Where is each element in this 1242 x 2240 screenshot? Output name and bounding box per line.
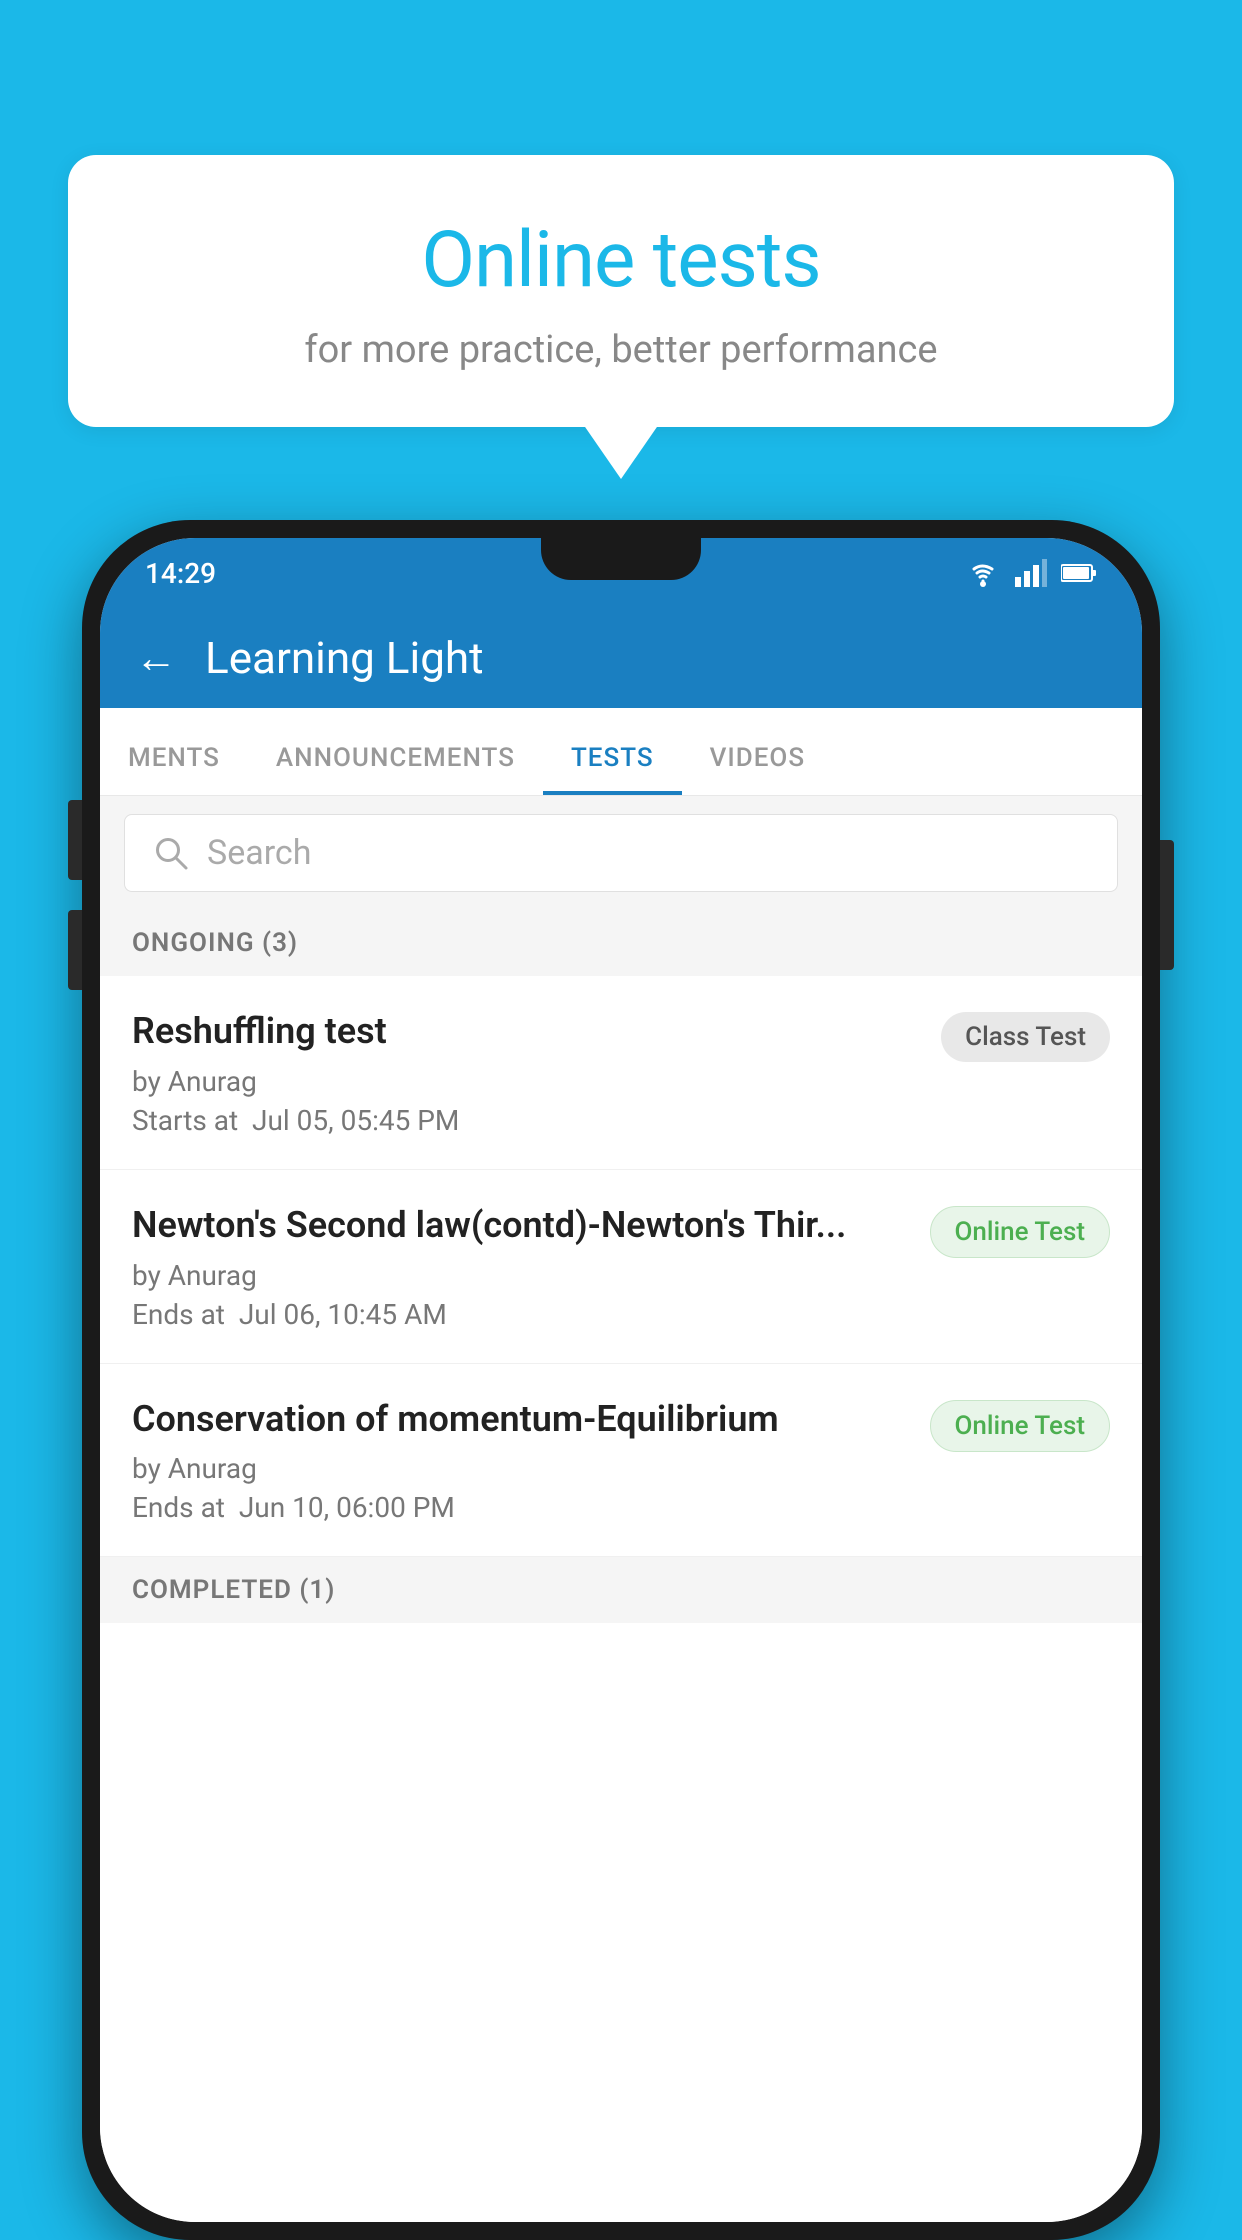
tab-announcements[interactable]: ANNOUNCEMENTS: [248, 743, 543, 795]
power-button: [1160, 840, 1174, 970]
test-by-3: by Anurag: [132, 1452, 910, 1485]
tests-list: Reshuffling test by Anurag Starts at Jul…: [100, 976, 1142, 2222]
wifi-icon: [965, 559, 1001, 587]
bubble-title: Online tests: [118, 215, 1124, 306]
test-item-reshuffling[interactable]: Reshuffling test by Anurag Starts at Jul…: [100, 976, 1142, 1170]
notch: [541, 538, 701, 580]
test-badge-2: Online Test: [930, 1206, 1111, 1258]
test-date-2: Ends at Jul 06, 10:45 AM: [132, 1298, 910, 1331]
tab-ments[interactable]: MENTS: [100, 743, 248, 795]
test-name-2: Newton's Second law(contd)-Newton's Thir…: [132, 1202, 910, 1249]
status-bar: 14:29: [100, 538, 1142, 608]
battery-icon: [1061, 562, 1097, 584]
tab-videos[interactable]: VIDEOS: [682, 743, 833, 795]
test-name-3: Conservation of momentum-Equilibrium: [132, 1396, 910, 1443]
search-icon: [153, 835, 189, 871]
speech-bubble-box: Online tests for more practice, better p…: [68, 155, 1174, 427]
test-badge-1: Class Test: [941, 1012, 1110, 1062]
bubble-subtitle: for more practice, better performance: [118, 328, 1124, 372]
volume-up-button: [68, 800, 82, 880]
status-time: 14:29: [145, 557, 216, 590]
back-button[interactable]: ←: [135, 634, 177, 683]
test-badge-3: Online Test: [930, 1400, 1111, 1452]
completed-section-header: COMPLETED (1): [100, 1557, 1142, 1623]
test-by-2: by Anurag: [132, 1259, 910, 1292]
test-info-3: Conservation of momentum-Equilibrium by …: [132, 1396, 910, 1525]
test-date-3: Ends at Jun 10, 06:00 PM: [132, 1491, 910, 1524]
app-header: ← Learning Light: [100, 608, 1142, 708]
speech-bubble: Online tests for more practice, better p…: [68, 155, 1174, 427]
test-info-2: Newton's Second law(contd)-Newton's Thir…: [132, 1202, 910, 1331]
test-info-1: Reshuffling test by Anurag Starts at Jul…: [132, 1008, 921, 1137]
phone-screen: 14:29: [100, 538, 1142, 2222]
phone-frame: 14:29: [82, 520, 1160, 2240]
ongoing-section-header: ONGOING (3): [100, 910, 1142, 976]
app-title: Learning Light: [205, 632, 484, 684]
tabs-container: MENTS ANNOUNCEMENTS TESTS VIDEOS: [100, 708, 1142, 796]
test-item-conservation[interactable]: Conservation of momentum-Equilibrium by …: [100, 1364, 1142, 1558]
test-date-1: Starts at Jul 05, 05:45 PM: [132, 1104, 921, 1137]
tab-tests[interactable]: TESTS: [543, 743, 682, 795]
signal-icon: [1015, 559, 1047, 587]
status-icons: [965, 559, 1097, 587]
search-placeholder: Search: [207, 833, 311, 873]
search-bar-container: Search: [100, 796, 1142, 910]
volume-down-button: [68, 910, 82, 990]
test-name-1: Reshuffling test: [132, 1008, 921, 1055]
test-item-newtons[interactable]: Newton's Second law(contd)-Newton's Thir…: [100, 1170, 1142, 1364]
test-by-1: by Anurag: [132, 1065, 921, 1098]
search-bar[interactable]: Search: [124, 814, 1118, 892]
